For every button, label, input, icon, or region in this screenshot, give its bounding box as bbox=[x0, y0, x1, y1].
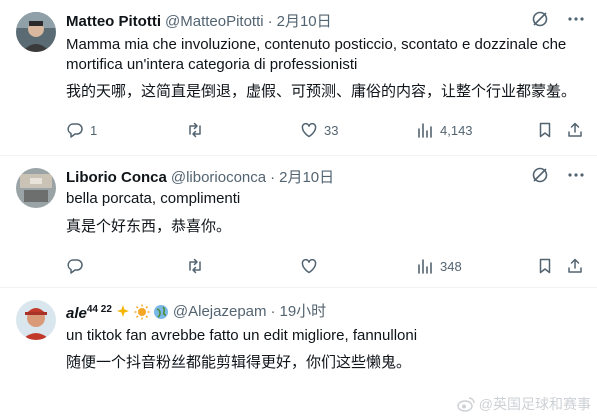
bookmark-icon bbox=[539, 122, 551, 138]
tweet-translation: 我的天哪，这简直是倒退，虚假、可预测、庸俗的内容，让整个行业都蒙羞。 bbox=[66, 83, 577, 100]
views-button[interactable]: 348 bbox=[416, 257, 462, 275]
timestamp[interactable]: 2月10日 bbox=[279, 168, 334, 188]
grok-icon[interactable] bbox=[531, 166, 549, 184]
share-icon bbox=[568, 122, 582, 137]
more-icon[interactable] bbox=[567, 166, 585, 184]
tweet-2[interactable]: Liborio Conca @liborioconca · 2月10日 bell… bbox=[0, 156, 597, 286]
tweet-text-line-1: un tiktok fan avrebbe fatto un edit migl… bbox=[66, 327, 418, 344]
tweet-header: Liborio Conca @liborioconca · 2月10日 bbox=[66, 168, 334, 188]
retweet-button[interactable] bbox=[186, 121, 210, 139]
retweet-icon bbox=[189, 258, 201, 274]
reply-icon bbox=[67, 259, 83, 274]
share-button[interactable] bbox=[566, 257, 584, 275]
tweet-translation: 随便一个抖音粉丝都能剪辑得更好，你们这些懒鬼。 bbox=[66, 354, 412, 371]
reply-button[interactable] bbox=[66, 257, 90, 275]
separator-dot: · bbox=[267, 13, 273, 30]
tweet-header: Matteo Pitotti @MatteoPitotti · 2月10日 bbox=[66, 12, 332, 32]
weibo-logo-icon bbox=[457, 397, 475, 412]
display-name-text: ale bbox=[66, 305, 87, 322]
reply-icon bbox=[67, 123, 83, 138]
retweet-button[interactable] bbox=[186, 257, 210, 275]
tweet-action-bar: 1 33 4,143 bbox=[66, 121, 582, 141]
avatar[interactable] bbox=[16, 168, 56, 208]
watermark-text: @英国足球和赛事 bbox=[478, 396, 591, 412]
avatar[interactable] bbox=[16, 12, 56, 52]
share-button[interactable] bbox=[566, 121, 584, 139]
views-icon bbox=[418, 123, 432, 138]
grok-icon[interactable] bbox=[531, 10, 549, 28]
timestamp[interactable]: 2月10日 bbox=[277, 12, 332, 32]
display-name[interactable]: ale44 22 bbox=[66, 300, 112, 324]
views-button[interactable]: 4,143 bbox=[416, 121, 473, 139]
tweet-text-line-1: Mamma mia che involuzione, contenuto pos… bbox=[66, 36, 567, 53]
like-count: 33 bbox=[324, 122, 339, 138]
view-count: 4,143 bbox=[440, 122, 473, 138]
like-icon bbox=[301, 258, 317, 274]
sparkles-icon bbox=[115, 304, 131, 320]
bookmark-button[interactable] bbox=[536, 257, 554, 275]
tweet-top-actions bbox=[531, 10, 585, 28]
like-icon bbox=[301, 122, 317, 138]
tweet-header: ale44 22 @Alejazepam · 19小时 bbox=[66, 302, 326, 322]
display-name[interactable]: Liborio Conca bbox=[66, 168, 167, 188]
reply-count: 1 bbox=[90, 122, 98, 138]
globe-icon bbox=[153, 304, 169, 320]
bookmark-button[interactable] bbox=[536, 121, 554, 139]
more-icon[interactable] bbox=[567, 10, 585, 28]
views-icon bbox=[418, 259, 432, 274]
view-count: 348 bbox=[440, 258, 462, 274]
bookmark-icon bbox=[539, 258, 551, 274]
avatar[interactable] bbox=[16, 300, 56, 340]
display-name-superscript: 44 22 bbox=[86, 304, 112, 315]
user-handle[interactable]: @Alejazepam bbox=[173, 302, 267, 322]
separator-dot: · bbox=[270, 303, 276, 320]
sun-icon bbox=[134, 304, 150, 320]
like-button[interactable]: 33 bbox=[300, 121, 338, 139]
reply-button[interactable]: 1 bbox=[66, 121, 97, 139]
user-handle[interactable]: @liborioconca bbox=[171, 168, 266, 188]
separator-dot: · bbox=[270, 169, 276, 186]
tweet-1[interactable]: Matteo Pitotti @MatteoPitotti · 2月10日 Ma… bbox=[0, 0, 597, 155]
share-icon bbox=[568, 258, 582, 273]
display-name[interactable]: Matteo Pitotti bbox=[66, 12, 161, 32]
retweet-icon bbox=[189, 122, 201, 138]
timestamp[interactable]: 19小时 bbox=[280, 302, 327, 322]
like-button[interactable] bbox=[300, 257, 324, 275]
tweet-translation: 真是个好东西，恭喜你。 bbox=[66, 218, 232, 235]
tweet-top-actions bbox=[531, 166, 585, 184]
tweet-text-line-1: bella porcata, complimenti bbox=[66, 190, 241, 207]
tweet-text-line-2: mortifica un'intera categoria di profess… bbox=[66, 56, 358, 73]
watermark: @英国足球和赛事 bbox=[457, 394, 591, 414]
tweet-action-bar: 348 bbox=[66, 257, 582, 277]
user-handle[interactable]: @MatteoPitotti bbox=[165, 12, 264, 32]
